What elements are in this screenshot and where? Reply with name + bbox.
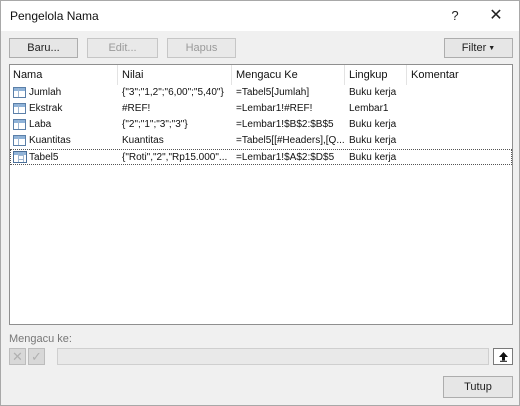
close-button[interactable]: Tutup	[443, 376, 513, 398]
refers-to-input[interactable]	[57, 348, 489, 365]
name-icon	[13, 87, 26, 98]
cell-refers-to: =Lembar1!$B$2:$B$5	[236, 119, 334, 130]
cell-comment	[411, 133, 509, 149]
name-icon	[13, 103, 26, 114]
edit-button[interactable]: Edit...	[87, 38, 158, 58]
column-header-value[interactable]: Nilai	[118, 65, 232, 85]
cell-scope: Lembar1	[349, 103, 389, 114]
edit-button-label: Edit...	[108, 42, 137, 54]
cell-name: Jumlah	[29, 87, 62, 98]
cell-value: {"2";"1";"3";"3"}	[122, 119, 188, 130]
name-icon	[13, 135, 26, 146]
name-icon	[13, 119, 26, 130]
cell-name: Kuantitas	[29, 135, 71, 146]
cell-scope: Buku kerja	[349, 135, 397, 146]
cancel-edit-button[interactable]: ✕	[9, 348, 26, 365]
cell-name: Ekstrak	[29, 103, 63, 114]
close-button-label: Tutup	[464, 381, 492, 393]
cell-value: {"3";"1,2";"6,00";"5,40"}	[122, 87, 224, 98]
cell-refers-to: =Lembar1!$A$2:$D$5	[236, 152, 335, 163]
cell-name: Tabel5	[29, 152, 59, 163]
refers-to-label: Mengacu ke:	[9, 333, 72, 345]
column-header-name[interactable]: Nama	[10, 65, 118, 85]
cell-scope: Buku kerja	[349, 152, 397, 163]
checkmark-icon: ✓	[31, 349, 42, 364]
cell-name: Laba	[29, 119, 52, 130]
cell-refers-to: =Tabel5[[#Headers],[Q...	[236, 135, 344, 146]
names-list[interactable]: Nama Nilai Mengacu Ke Lingkup Komentar J…	[9, 64, 513, 325]
list-item[interactable]: Laba {"2";"1";"3";"3"} =Lembar1!$B$2:$B$…	[10, 117, 512, 133]
cell-scope: Buku kerja	[349, 119, 397, 130]
filter-button-label: Filter	[461, 42, 487, 54]
cell-refers-to: =Tabel5[Jumlah]	[236, 87, 310, 98]
cell-comment	[411, 101, 509, 117]
new-button[interactable]: Baru...	[9, 38, 78, 58]
name-manager-dialog: Pengelola Nama ? ✕ Baru... Edit... Hapus…	[0, 0, 520, 406]
delete-button-label: Hapus	[185, 42, 218, 54]
arrow-up-icon	[499, 352, 508, 362]
cell-comment	[411, 117, 509, 133]
help-button[interactable]: ?	[441, 5, 469, 27]
delete-button[interactable]: Hapus	[167, 38, 236, 58]
x-icon: ✕	[12, 349, 23, 364]
caret-down-icon: ▼	[488, 45, 496, 52]
column-header-scope[interactable]: Lingkup	[345, 65, 407, 85]
new-button-label: Baru...	[27, 42, 60, 54]
column-header-refers-to[interactable]: Mengacu Ke	[232, 65, 345, 85]
list-item[interactable]: Kuantitas Kuantitas =Tabel5[[#Headers],[…	[10, 133, 512, 149]
cell-comment	[411, 150, 509, 166]
collapse-dialog-button[interactable]	[493, 348, 513, 365]
cell-comment	[411, 85, 509, 101]
list-item[interactable]: Ekstrak #REF! =Lembar1!#REF! Lembar1	[10, 101, 512, 117]
cell-value: #REF!	[122, 103, 151, 114]
title-bar: Pengelola Nama ? ✕	[1, 1, 519, 31]
cell-value: Kuantitas	[122, 135, 164, 146]
list-item[interactable]: Jumlah {"3";"1,2";"6,00";"5,40"} =Tabel5…	[10, 85, 512, 101]
table-icon	[13, 151, 27, 163]
filter-button[interactable]: Filter ▼	[444, 38, 513, 58]
close-icon[interactable]: ✕	[482, 5, 510, 27]
confirm-edit-button[interactable]: ✓	[28, 348, 45, 365]
list-item[interactable]: Tabel5 {"Roti","2","Rp15.000"... =Lembar…	[10, 149, 512, 165]
cell-scope: Buku kerja	[349, 87, 397, 98]
cell-refers-to: =Lembar1!#REF!	[236, 103, 313, 114]
cell-value: {"Roti","2","Rp15.000"...	[122, 152, 228, 163]
dialog-title: Pengelola Nama	[10, 9, 99, 23]
column-header-comment[interactable]: Komentar	[407, 65, 512, 85]
